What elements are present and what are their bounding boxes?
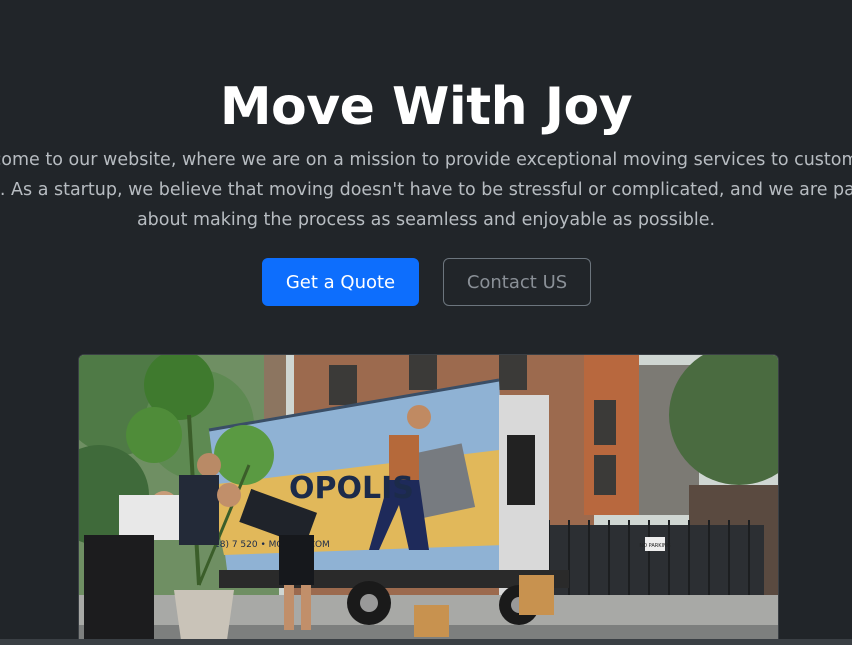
page-bottom-edge: [0, 639, 852, 645]
no-parking-sign: NO PARKING: [639, 543, 670, 549]
hero-lead-line: about making the process as seamless and…: [136, 210, 716, 230]
hero-section: Move With Joy elcome to our website, whe…: [0, 0, 852, 645]
moving-truck-photo: NO PARKING OPOLIS G 18) 7 520 • MOVING.C…: [79, 355, 778, 645]
hero-image: NO PARKING OPOLIS G 18) 7 520 • MOVING.C…: [78, 354, 779, 645]
get-a-quote-button[interactable]: Get a Quote: [262, 258, 419, 306]
hero-lead-text: elcome to our website, where we are on a…: [0, 145, 852, 235]
truck-brand-text: OPOLIS: [289, 471, 414, 506]
hero-lead-line: elcome to our website, where we are on a…: [0, 150, 852, 170]
contact-us-button[interactable]: Contact US: [443, 258, 591, 306]
hero-title: Move With Joy: [219, 77, 633, 137]
hero-lead-line: US. As a startup, we believe that moving…: [0, 180, 852, 200]
